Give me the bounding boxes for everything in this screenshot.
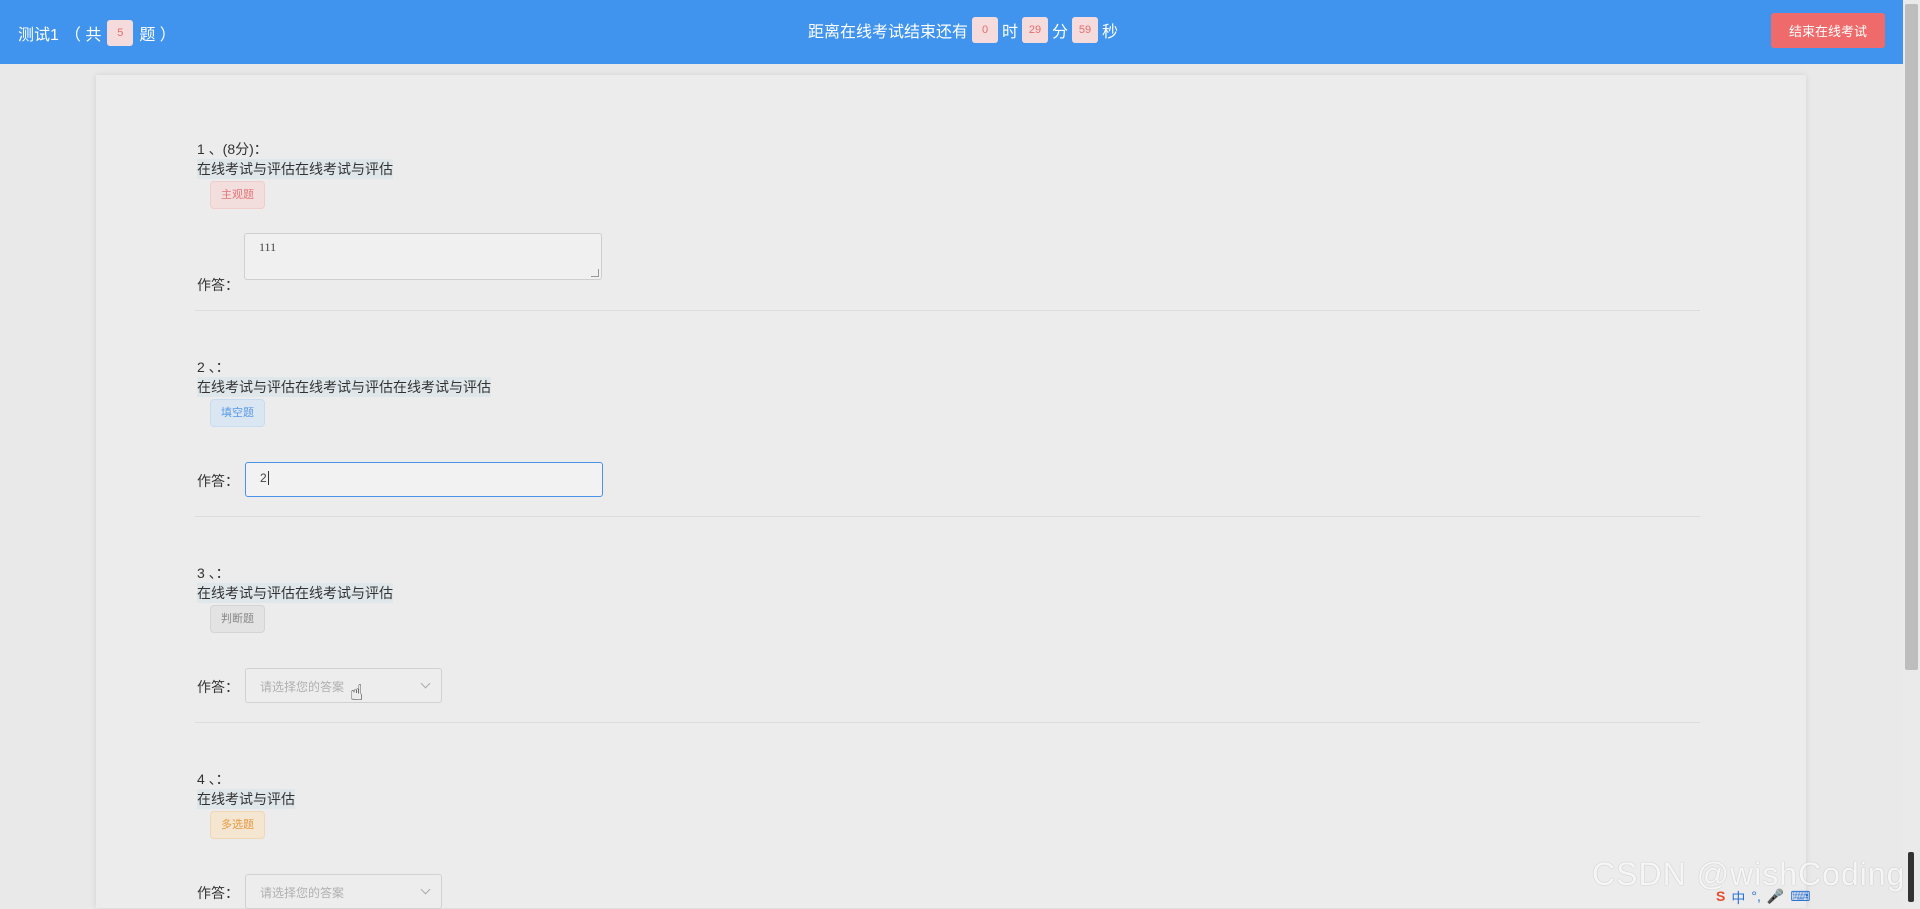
minutes-box: 29 [1022,17,1049,43]
question-type-tag: 填空题 [210,399,265,427]
exam-title: 测试1 （ 共 5 题 ） [18,20,176,46]
seconds-box: 59 [1072,17,1099,43]
chevron-down-icon [420,884,431,895]
scrollbar-thumb[interactable] [1905,4,1918,670]
seconds-unit: 秒 [1102,24,1119,41]
answer-label: 作答： [197,473,239,489]
answer-select[interactable]: 请选择您的答案 [245,668,442,703]
question-text: 在线考试与评估 [197,789,295,809]
answer-label: 作答： [197,679,239,695]
question-number: 2 、： [197,359,230,375]
text-caret [267,471,269,485]
question-type-tag: 主观题 [210,181,265,209]
count-close: 题 ） [139,27,176,44]
exam-name: 测试1 [18,27,59,44]
ime-tray: S 中 °, 🎤 ⌨ [1716,888,1811,908]
answer-value: 2 [260,471,267,485]
scrollbar-indicator [1908,852,1914,902]
select-placeholder: 请选择您的答案 [260,680,345,694]
divider [195,722,1700,723]
ime-mode[interactable]: 中 [1731,888,1745,908]
answer-label: 作答： [197,277,239,293]
question-number: 3 、： [197,565,230,581]
question-text: 在线考试与评估在线考试与评估在线考试与评估 [197,377,491,397]
exam-header: 测试1 （ 共 5 题 ） 距离在线考试结束还有 0 时 29 分 59 秒 结… [0,0,1903,64]
divider [195,310,1700,311]
countdown-timer: 距离在线考试结束还有 0 时 29 分 59 秒 [808,17,1118,43]
page-scrollbar[interactable] [1903,0,1920,908]
end-exam-button[interactable]: 结束在线考试 [1771,13,1885,48]
question-type-tag: 判断题 [210,605,265,633]
question-type-tag: 多选题 [210,811,265,839]
hours-unit: 时 [1002,24,1019,41]
divider [195,516,1700,517]
answer-select[interactable]: 请选择您的答案 [245,874,442,909]
keyboard-icon[interactable]: ⌨ [1790,888,1810,908]
microphone-icon[interactable]: 🎤 [1767,888,1784,908]
ime-punct[interactable]: °, [1751,888,1761,908]
question-count-box: 5 [107,20,134,46]
answer-value: 111 [259,240,277,254]
sogou-icon[interactable]: S [1716,888,1725,908]
timer-prefix: 距离在线考试结束还有 [808,24,969,41]
mouse-cursor-icon: ☝ [350,680,364,705]
answer-textarea[interactable]: 111 [244,233,602,280]
chevron-down-icon [420,678,431,689]
question-text: 在线考试与评估在线考试与评估 [197,159,393,179]
hours-box: 0 [972,17,999,43]
count-open: （ 共 [64,27,102,44]
question-number: 4 、： [197,771,230,787]
answer-label: 作答： [197,885,239,901]
minutes-unit: 分 [1052,24,1069,41]
select-placeholder: 请选择您的答案 [260,886,345,900]
answer-input[interactable]: 2 [245,462,603,497]
question-number: 1 、(8分)： [197,141,268,157]
resize-handle-icon[interactable] [591,269,599,277]
question-text: 在线考试与评估在线考试与评估 [197,583,393,603]
